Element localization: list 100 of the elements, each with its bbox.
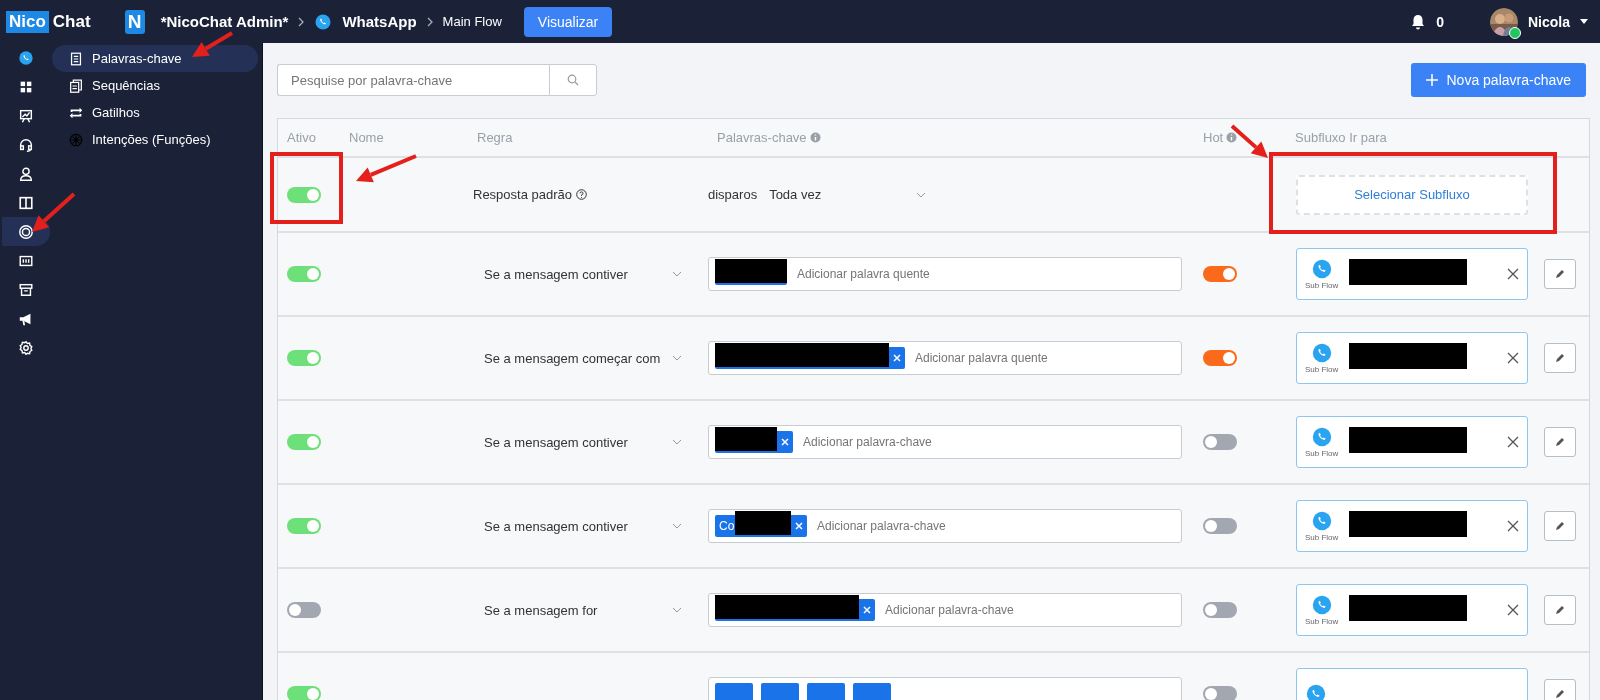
toggle-switch[interactable] xyxy=(287,434,321,450)
toggle-switch[interactable] xyxy=(1203,686,1237,700)
new-keyword-button[interactable]: Nova palavra-chave xyxy=(1411,63,1586,97)
submenu-item[interactable]: Palavras-chave xyxy=(52,45,258,72)
chevron-down-icon xyxy=(672,355,682,361)
search-icon xyxy=(567,74,579,86)
keyword-box[interactable]: Co Adicionar palavra-chave xyxy=(708,509,1182,543)
select-subflow-button[interactable]: Selecionar Subfluxo xyxy=(1296,174,1528,215)
info-icon xyxy=(809,132,821,143)
document-icon xyxy=(68,50,84,67)
person-icon xyxy=(18,165,34,182)
toggle-switch[interactable] xyxy=(1203,350,1237,366)
workspace-title: *NicoChat Admin* xyxy=(160,13,289,30)
subflow-card[interactable]: Sub Flow xyxy=(1296,332,1528,384)
headset-icon xyxy=(18,136,34,153)
app-badge: N xyxy=(124,9,145,34)
toggle-switch[interactable] xyxy=(287,186,321,203)
subflow-caption: Sub Flow xyxy=(1305,365,1339,374)
rule-select[interactable]: Se a mensagem contiver xyxy=(484,434,682,450)
annotation-arrow xyxy=(1230,124,1268,158)
toggle-switch[interactable] xyxy=(287,266,321,282)
pencil-icon xyxy=(1554,268,1566,280)
trigger-select[interactable]: Toda vez xyxy=(769,187,927,202)
close-icon[interactable] xyxy=(1507,520,1519,532)
redaction-block xyxy=(715,427,777,451)
subflow-caption: Sub Flow xyxy=(1305,449,1339,458)
remove-icon[interactable] xyxy=(781,438,789,446)
rule-select[interactable]: Se a mensagem contiver xyxy=(484,518,682,534)
info-icon xyxy=(1226,132,1238,143)
chevron-right-icon xyxy=(298,16,305,27)
rule-text: Resposta padrão xyxy=(473,187,572,202)
chat-bubble-icon xyxy=(1310,258,1333,280)
submenu-item[interactable]: Intenções (Funções) xyxy=(52,126,258,153)
user-name[interactable]: Nicola xyxy=(1528,13,1570,30)
subflow-card[interactable]: Sub Flow xyxy=(1296,248,1528,300)
keyword-box[interactable]: Adicionar palavra quente xyxy=(708,341,1182,375)
toggle-switch[interactable] xyxy=(1203,266,1237,282)
subflow-card[interactable]: Sub Flow xyxy=(1296,416,1528,468)
remove-icon[interactable] xyxy=(863,606,871,614)
close-icon[interactable] xyxy=(1507,604,1519,616)
subflow-caption: Sub Flow xyxy=(1305,281,1339,290)
search-field[interactable]: Pesquise por palavra-chave xyxy=(277,64,549,96)
logo-text: Nico xyxy=(6,10,49,33)
tag-text: Co xyxy=(719,519,735,533)
toggle-switch[interactable] xyxy=(1203,518,1237,534)
chat-bubble-icon xyxy=(1310,342,1333,364)
toggle-switch[interactable] xyxy=(287,350,321,366)
annotation-arrow xyxy=(356,154,417,183)
view-button[interactable]: Visualizar xyxy=(523,6,613,37)
subflow-caption: Sub Flow xyxy=(1305,617,1339,626)
subflow-card[interactable]: Sub Flow xyxy=(1296,584,1528,636)
submenu-item[interactable]: Sequências xyxy=(52,72,258,99)
keyword-input[interactable]: Adicionar palavra-chave xyxy=(883,602,1175,618)
toggle-switch[interactable] xyxy=(287,518,321,534)
column-header: Subfluxo Ir para xyxy=(1294,130,1388,145)
toggle-switch[interactable] xyxy=(1203,602,1237,618)
ring-icon xyxy=(18,223,34,240)
help-icon xyxy=(576,189,587,200)
keyword-input[interactable]: Adicionar palavra quente xyxy=(913,350,1175,366)
chevron-down-icon xyxy=(672,607,682,613)
toggle-switch[interactable] xyxy=(1203,434,1237,450)
keyword-input[interactable]: Adicionar palavra-chave xyxy=(815,518,1175,534)
close-icon[interactable] xyxy=(1507,268,1519,280)
rule-select[interactable]: Se a mensagem for xyxy=(484,602,682,618)
logo-text: Chat xyxy=(51,11,91,32)
chat-bubble-icon xyxy=(314,12,333,31)
caret-icon[interactable] xyxy=(1580,19,1588,24)
annotation-arrow xyxy=(192,31,234,57)
breadcrumb-text: Main Flow xyxy=(442,14,502,29)
keyword-input[interactable]: Adicionar palavra-chave xyxy=(801,434,1175,450)
remove-icon[interactable] xyxy=(795,522,803,530)
chevron-down-icon xyxy=(672,271,682,277)
rule-select[interactable]: Se a mensagem começar com xyxy=(484,350,682,366)
remove-icon[interactable] xyxy=(893,354,901,362)
rule-select[interactable]: Se a mensagem contiver xyxy=(484,266,682,282)
column-header: Regra xyxy=(476,130,514,145)
close-icon[interactable] xyxy=(1507,352,1519,364)
toggle-switch[interactable] xyxy=(287,686,321,700)
chevron-right-icon xyxy=(426,16,433,27)
keyword-box[interactable]: Adicionar palavra quente xyxy=(708,257,1182,291)
pencil-icon xyxy=(1554,352,1566,364)
submenu-item[interactable]: Gatilhos xyxy=(52,99,258,126)
chevron-down-icon xyxy=(672,439,682,445)
pencil-icon xyxy=(1554,688,1566,700)
pencil-icon xyxy=(1554,604,1566,616)
plus-icon xyxy=(1426,74,1439,86)
edit-button[interactable] xyxy=(1544,679,1576,700)
keyword-input[interactable]: Adicionar palavra quente xyxy=(795,266,1175,282)
keyword-box[interactable]: Adicionar palavra-chave xyxy=(708,425,1182,459)
keyword-box[interactable]: Adicionar palavra-chave xyxy=(708,593,1182,627)
breadcrumb-link[interactable]: WhatsApp xyxy=(342,13,417,30)
subflow-caption: Sub Flow xyxy=(1305,533,1339,542)
chat-bubble-icon xyxy=(1310,426,1333,448)
subflow-card[interactable]: Sub Flow xyxy=(1296,500,1528,552)
toggle-switch[interactable] xyxy=(287,602,321,618)
redaction-block xyxy=(735,511,791,535)
columns-icon xyxy=(18,194,34,211)
bell-icon[interactable] xyxy=(1410,13,1427,30)
settings-icon xyxy=(18,339,34,356)
close-icon[interactable] xyxy=(1507,436,1519,448)
